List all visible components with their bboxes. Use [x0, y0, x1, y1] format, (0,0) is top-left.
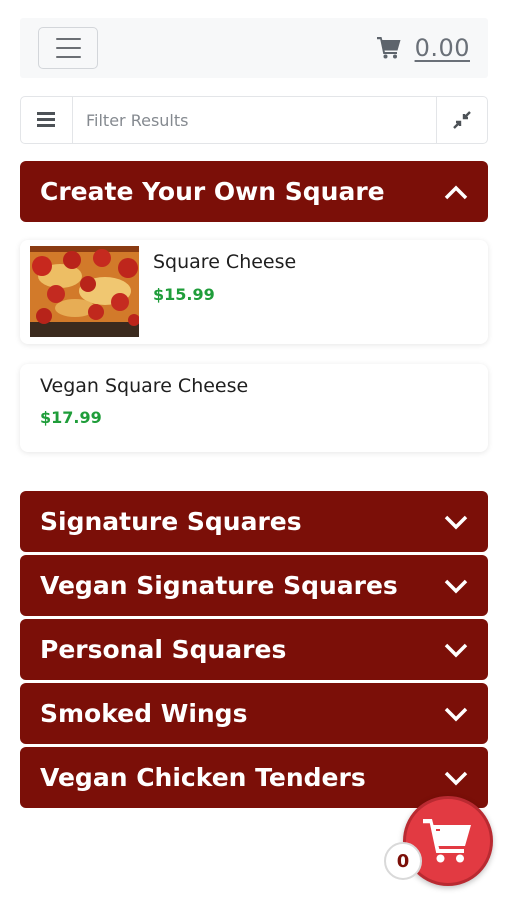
collapse-all-button[interactable] — [436, 97, 487, 143]
hamburger-icon-bar — [56, 56, 81, 58]
cart-total-link[interactable]: 0.00 — [376, 32, 470, 64]
cart-total-amount: 0.00 — [414, 34, 470, 62]
category-header-vegan-signature-squares[interactable]: Vegan Signature Squares — [20, 555, 488, 616]
chevron-up-icon — [444, 184, 468, 200]
menu-item-square-cheese[interactable]: Square Cheese $15.99 — [20, 240, 488, 344]
item-price: $15.99 — [153, 285, 215, 304]
hamburger-menu-button[interactable] — [38, 27, 98, 69]
chevron-down-icon — [444, 514, 468, 530]
category-title: Create Your Own Square — [40, 177, 385, 206]
category-header-vegan-chicken-tenders[interactable]: Vegan Chicken Tenders — [20, 747, 488, 808]
category-title: Signature Squares — [40, 507, 302, 536]
category-header-personal-squares[interactable]: Personal Squares — [20, 619, 488, 680]
cart-icon — [376, 37, 401, 59]
filter-bar — [20, 96, 488, 144]
pizza-image — [30, 246, 139, 337]
category-title: Personal Squares — [40, 635, 287, 664]
list-icon-bar — [37, 118, 55, 121]
item-name: Vegan Square Cheese — [40, 375, 249, 397]
cart-count-badge: 0 — [384, 842, 422, 880]
chevron-down-icon — [444, 770, 468, 786]
compress-icon — [453, 111, 471, 129]
chevron-down-icon — [444, 578, 468, 594]
category-header-smoked-wings[interactable]: Smoked Wings — [20, 683, 488, 744]
cart-icon — [423, 819, 471, 863]
top-bar: 0.00 — [20, 18, 488, 78]
item-price: $17.99 — [40, 408, 102, 427]
chevron-down-icon — [444, 706, 468, 722]
hamburger-icon — [56, 38, 81, 40]
list-icon-bar — [37, 124, 55, 127]
category-header-create-your-own[interactable]: Create Your Own Square — [20, 161, 488, 222]
list-icon — [37, 112, 55, 115]
hamburger-icon-bar — [56, 47, 81, 49]
filter-input[interactable] — [74, 97, 436, 143]
menu-item-vegan-square-cheese[interactable]: Vegan Square Cheese $17.99 — [20, 364, 488, 452]
chevron-down-icon — [444, 642, 468, 658]
list-view-button[interactable] — [21, 97, 73, 143]
category-title: Vegan Chicken Tenders — [40, 763, 366, 792]
category-header-signature-squares[interactable]: Signature Squares — [20, 491, 488, 552]
item-name: Square Cheese — [153, 251, 297, 273]
category-title: Vegan Signature Squares — [40, 571, 398, 600]
category-title: Smoked Wings — [40, 699, 248, 728]
